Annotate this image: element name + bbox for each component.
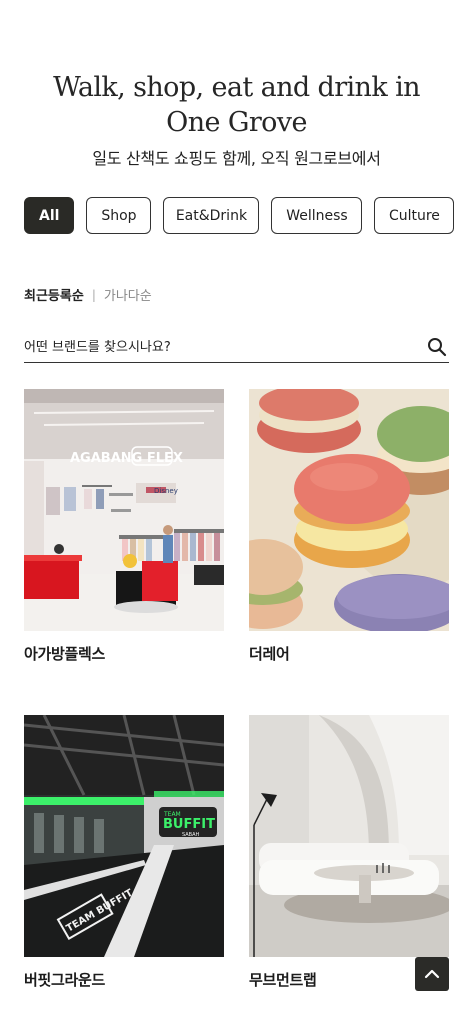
scroll-top-button[interactable] bbox=[415, 957, 449, 991]
sort-separator: | bbox=[91, 287, 96, 302]
search-input[interactable] bbox=[24, 333, 404, 361]
brand-card[interactable]: AGABANG FLEX Disney 아가방플렉스 bbox=[24, 389, 224, 664]
filter-shop[interactable]: Shop bbox=[86, 197, 152, 234]
brand-card[interactable]: TEAM BUFFIT TEAM BUFFIT SABAH 버핏그라운드 bbox=[24, 715, 224, 990]
brand-image[interactable]: AGABANG FLEX Disney bbox=[24, 389, 224, 631]
category-filters: All Shop Eat&Drink Wellness Culture bbox=[24, 197, 455, 234]
filter-culture[interactable]: Culture bbox=[374, 197, 455, 234]
store-sub-sign: Disney bbox=[154, 487, 178, 495]
sort-options: 최근등록순 | 가나다순 bbox=[24, 285, 152, 305]
brand-card[interactable]: 무브먼트랩 bbox=[249, 715, 449, 990]
filter-wellness[interactable]: Wellness bbox=[271, 197, 363, 234]
search-bar bbox=[24, 333, 449, 363]
brand-name[interactable]: 더레어 bbox=[249, 643, 449, 664]
brand-card[interactable]: 더레어 bbox=[249, 389, 449, 664]
filter-eat-drink[interactable]: Eat&Drink bbox=[163, 197, 260, 234]
store-sign: AGABANG FLEX bbox=[70, 451, 183, 466]
brand-name[interactable]: 아가방플렉스 bbox=[24, 643, 224, 664]
sort-alphabetical[interactable]: 가나다순 bbox=[104, 285, 152, 304]
brand-image[interactable] bbox=[249, 715, 449, 957]
sort-recent[interactable]: 최근등록순 bbox=[24, 285, 84, 304]
hero-subtitle: 일도 산책도 쇼핑도 함께, 오직 원그로브에서 bbox=[92, 149, 381, 168]
store-sign: BUFFIT bbox=[163, 817, 215, 832]
brand-image[interactable] bbox=[249, 389, 449, 631]
hero-title: Walk, shop, eat and drink in One Grove bbox=[53, 72, 420, 138]
search-icon[interactable] bbox=[427, 337, 447, 357]
store-small-sign: SABAH bbox=[182, 832, 200, 838]
brand-name[interactable]: 버핏그라운드 bbox=[24, 969, 224, 990]
chevron-up-icon bbox=[424, 969, 440, 979]
brand-image[interactable]: TEAM BUFFIT TEAM BUFFIT SABAH bbox=[24, 715, 224, 957]
filter-all[interactable]: All bbox=[24, 197, 75, 234]
